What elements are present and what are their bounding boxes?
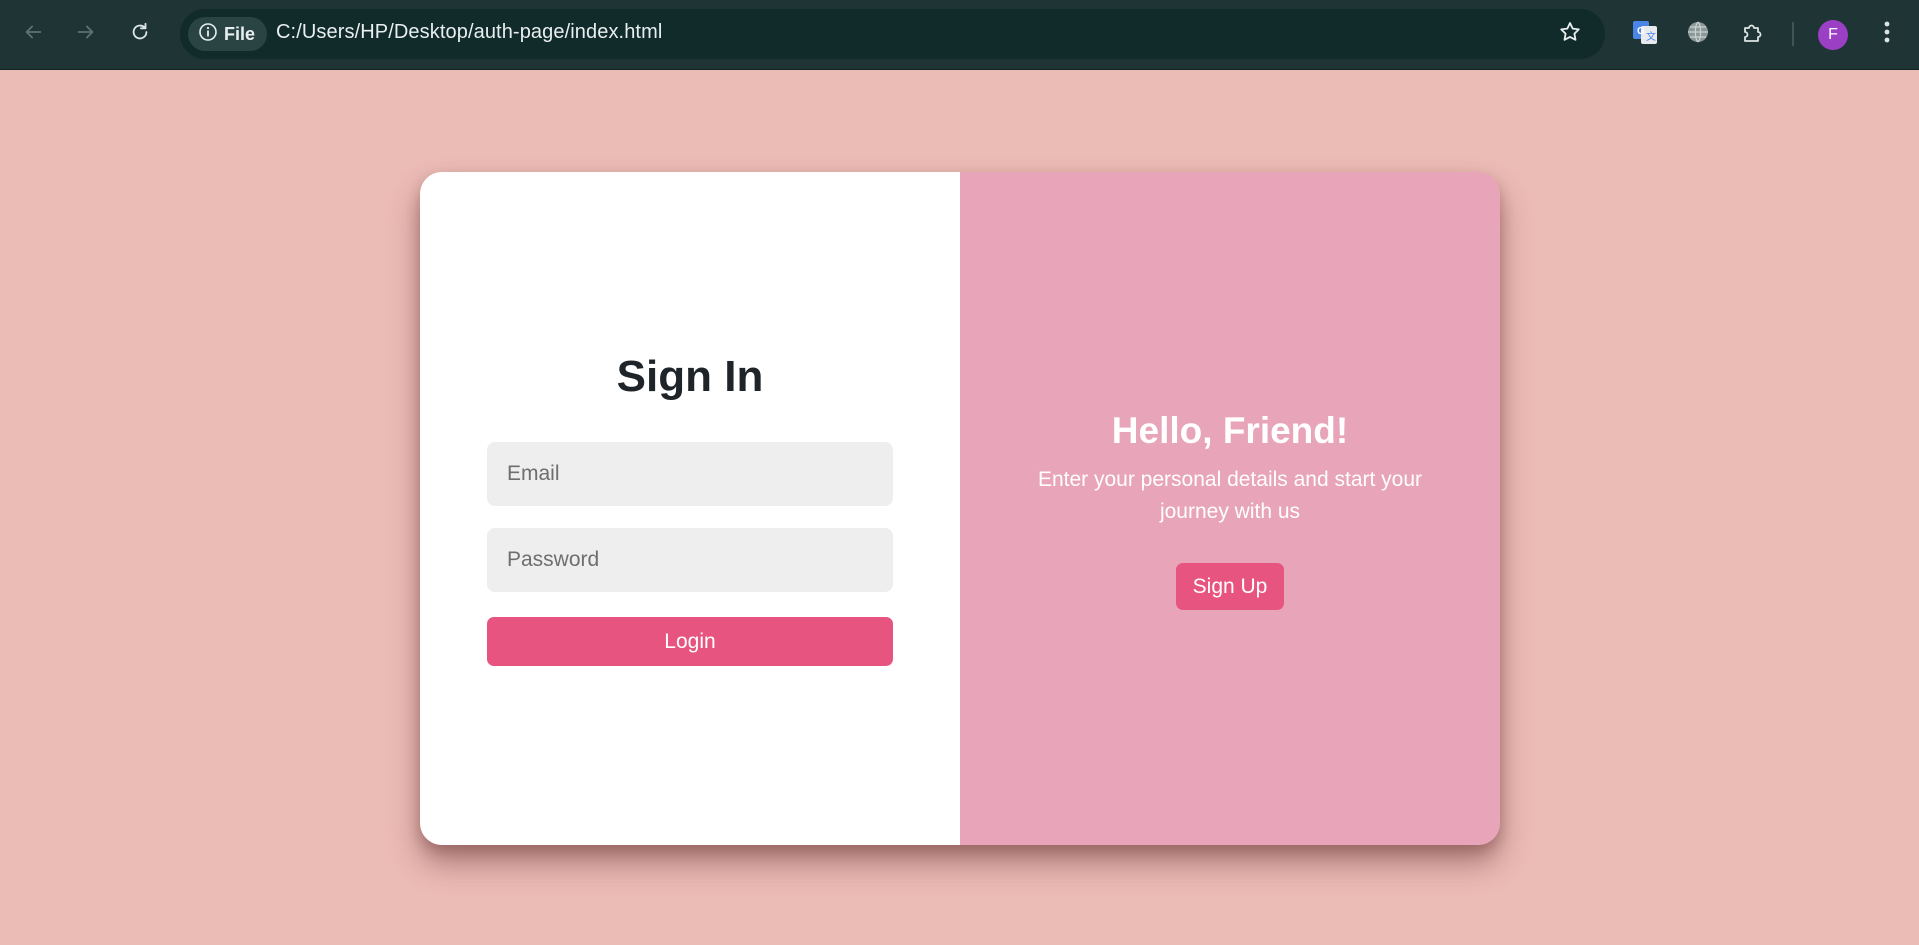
welcome-panel: Hello, Friend! Enter your personal detai… [960,172,1500,845]
reload-button[interactable] [120,14,160,54]
toolbar-divider [1792,22,1794,46]
email-field[interactable] [487,442,893,506]
browser-toolbar: File C:/Users/HP/Desktop/auth-page/index… [0,0,1919,70]
puzzle-icon [1740,19,1766,50]
globe-extension-button[interactable] [1678,14,1718,54]
svg-text:G: G [1637,26,1645,37]
globe-icon [1685,19,1711,50]
arrow-right-icon [75,21,97,48]
url-text[interactable]: C:/Users/HP/Desktop/auth-page/index.html [276,21,662,44]
auth-card: Sign In Login Hello, Friend! Enter your … [420,172,1500,845]
kebab-menu-icon [1884,20,1890,49]
info-icon [198,22,218,47]
browser-menu-button[interactable] [1870,14,1904,54]
bookmark-button[interactable] [1553,17,1587,51]
sign-up-button[interactable]: Sign Up [1176,563,1284,610]
site-info-chip[interactable]: File [188,17,268,51]
login-button[interactable]: Login [487,617,893,666]
translate-extension-button[interactable]: G文 [1625,14,1665,54]
welcome-title: Hello, Friend! [1111,410,1349,451]
star-icon [1558,20,1582,49]
site-chip-label: File [224,23,256,44]
profile-avatar[interactable]: F [1818,20,1848,50]
back-button[interactable] [13,14,53,54]
extensions-button[interactable] [1733,14,1773,54]
forward-button[interactable] [66,14,106,54]
sign-in-title: Sign In [616,352,764,401]
welcome-text: Enter your personal details and start yo… [1037,468,1423,523]
google-translate-icon: G文 [1632,19,1658,50]
svg-text:文: 文 [1646,30,1656,43]
password-field[interactable] [487,528,893,592]
reload-icon [129,21,151,48]
sign-in-panel: Sign In Login [420,172,960,845]
arrow-left-icon [22,21,44,48]
address-bar[interactable]: File C:/Users/HP/Desktop/auth-page/index… [180,9,1605,59]
